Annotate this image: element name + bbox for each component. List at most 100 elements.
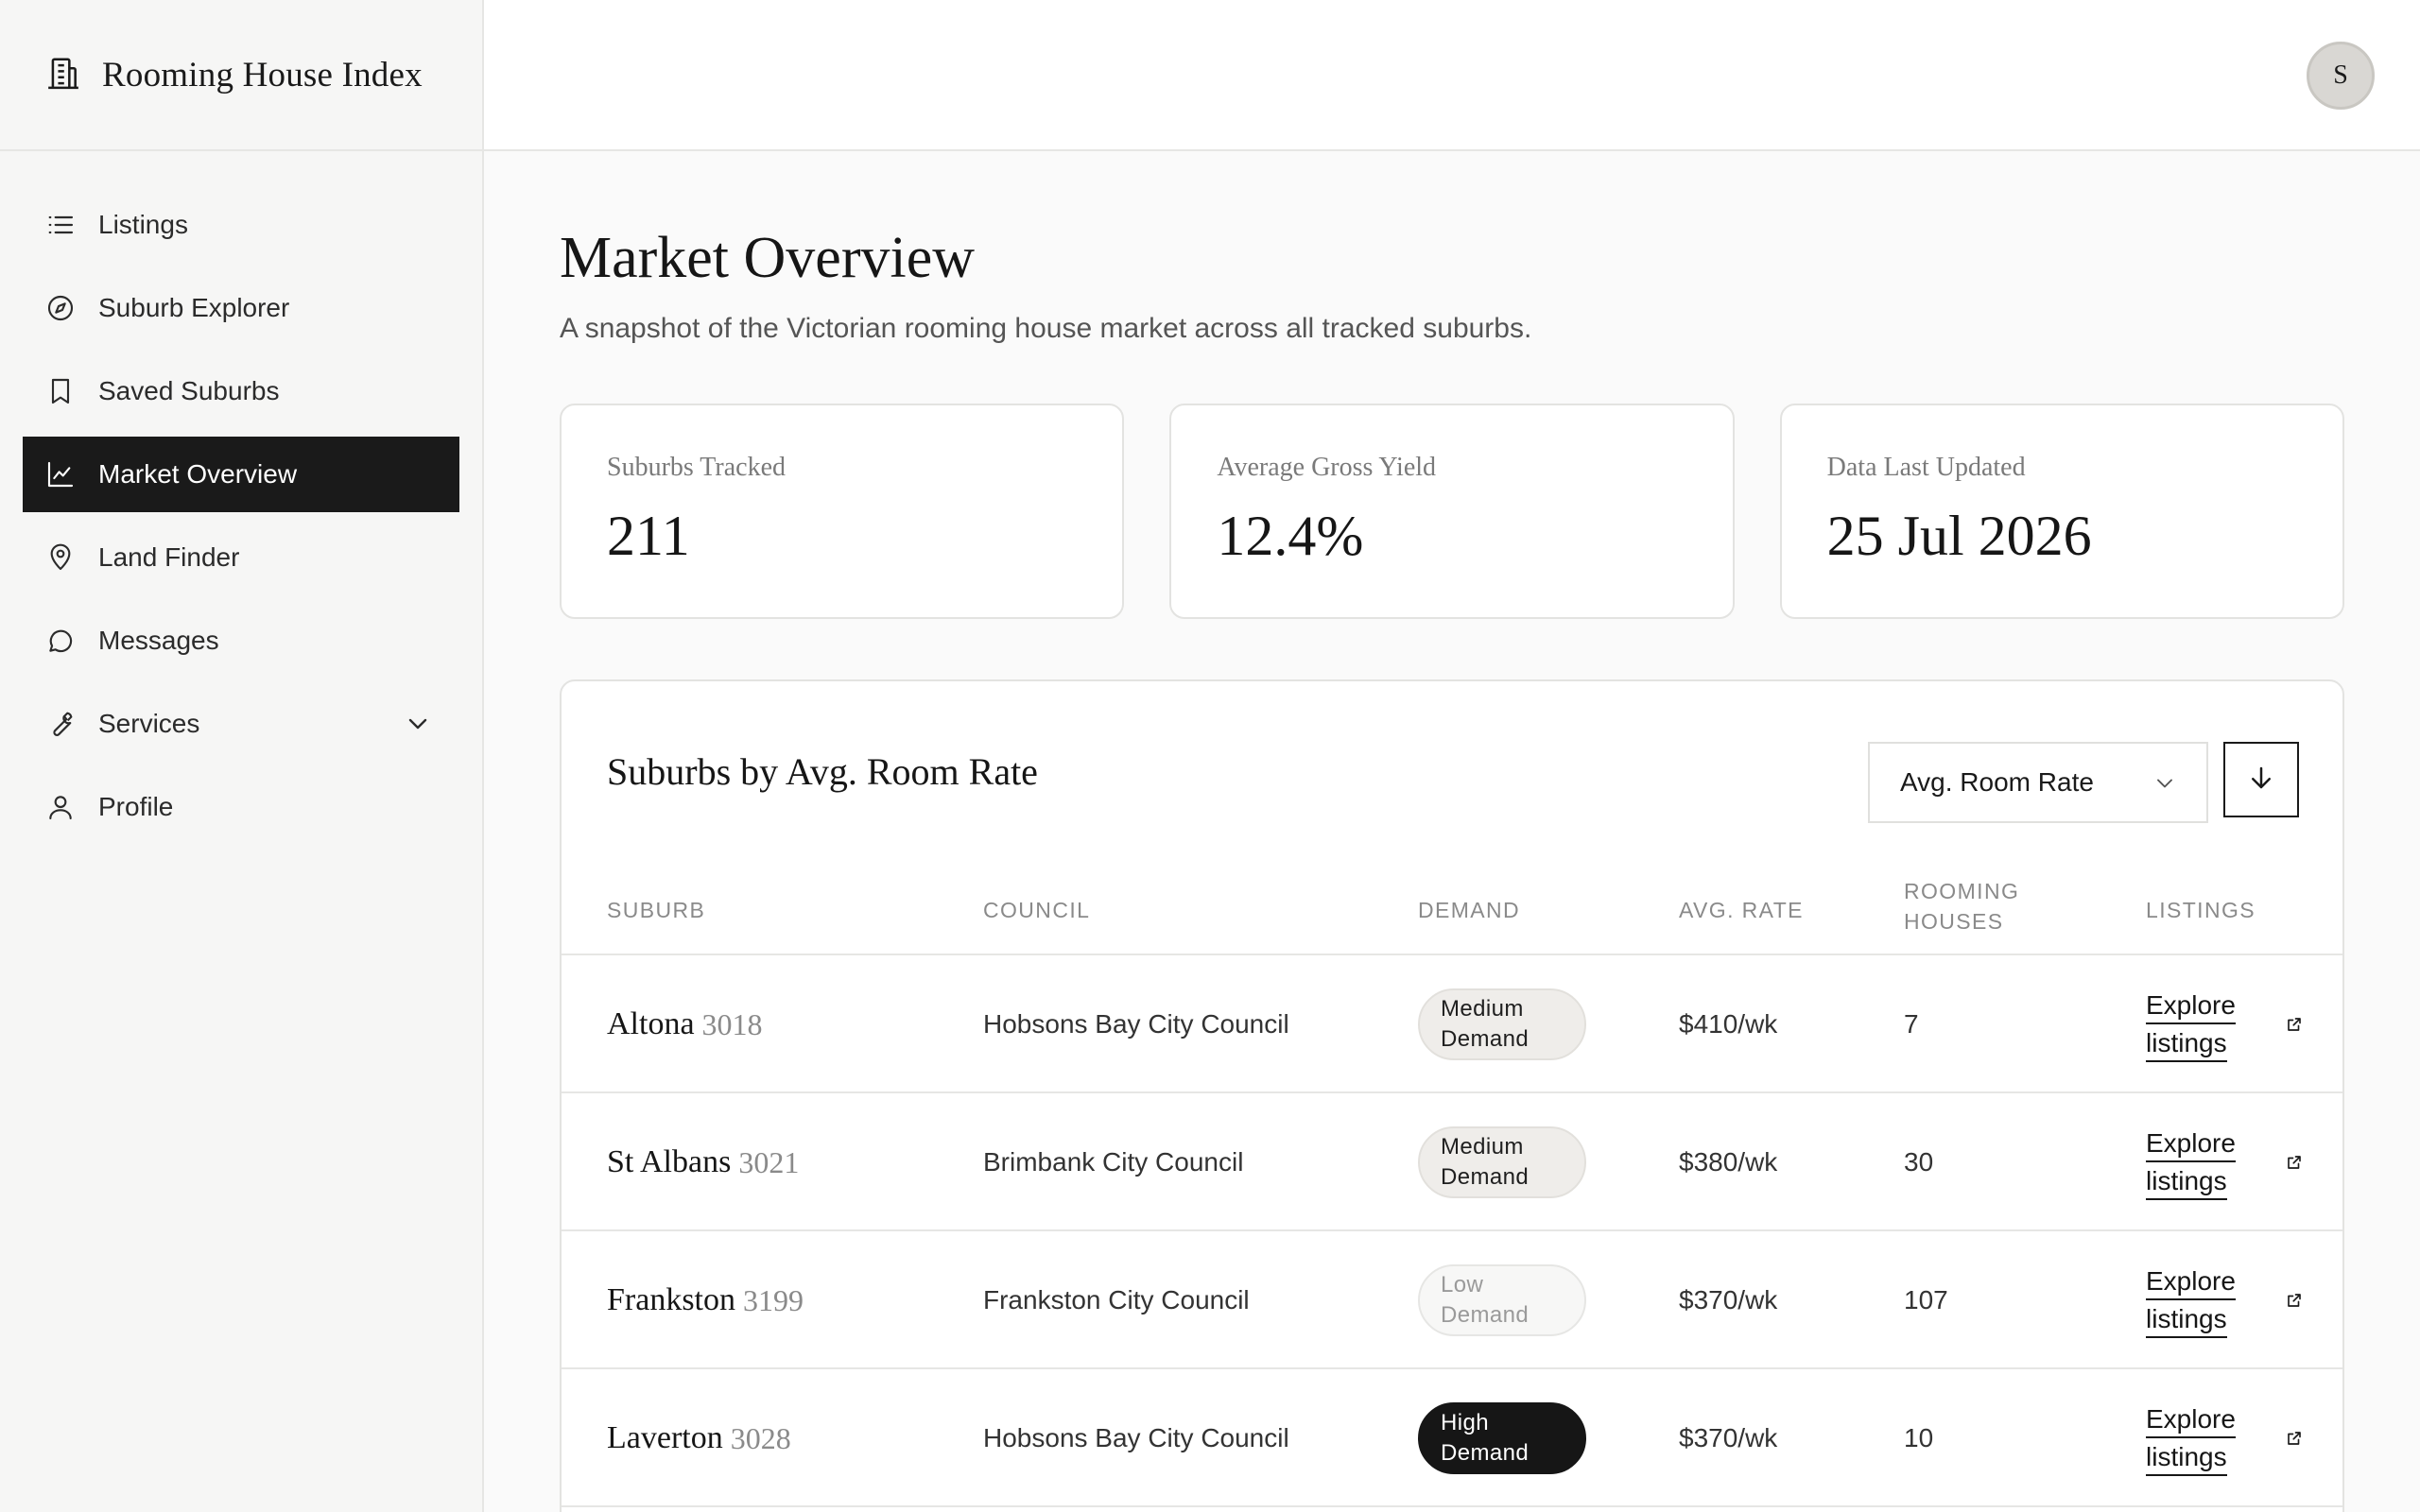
sort-by-select[interactable]: Avg. Room Rate — [1868, 742, 2208, 823]
column-header-demand[interactable]: DEMAND — [1418, 895, 1520, 925]
listings-cell: Explore listings — [2146, 1369, 2303, 1507]
sidebar-item-label: Listings — [98, 210, 188, 239]
column-header-line: HOUSES — [1904, 909, 2004, 934]
table-row[interactable]: Laverton 3028 Hobsons Bay City Council H… — [562, 1369, 2342, 1507]
suburb-name: Altona — [607, 1006, 695, 1041]
page-title: Market Overview — [560, 226, 975, 290]
sidebar-nav: Listings Suburb Explorer Saved Suburbs M… — [0, 151, 482, 845]
suburb-name: Frankston — [607, 1282, 735, 1317]
sidebar-item-profile[interactable]: Profile — [23, 769, 459, 845]
rate-cell: $370/wk — [1679, 1285, 1778, 1314]
suburb-postcode: 3028 — [730, 1420, 791, 1455]
map-pin-icon — [45, 542, 76, 573]
external-link-icon — [2286, 1423, 2303, 1453]
chevron-down-icon — [2152, 770, 2178, 797]
demand-cell: Low Demand — [1418, 1231, 1586, 1369]
table-row[interactable]: Altona 3018 Hobsons Bay City Council Med… — [562, 955, 2342, 1093]
explore-listings-link[interactable]: Explore listings — [2146, 1400, 2303, 1476]
listings-cell: Explore listings — [2146, 955, 2303, 1093]
message-icon — [45, 626, 76, 656]
column-header-suburb[interactable]: SUBURB — [607, 895, 705, 925]
sidebar-item-saved-suburbs[interactable]: Saved Suburbs — [23, 353, 459, 429]
chart-line-icon — [45, 459, 76, 490]
brand[interactable]: Rooming House Index — [0, 0, 482, 151]
stats-row: Suburbs Tracked 211 Average Gross Yield … — [560, 404, 2344, 619]
link-line: Explore — [2146, 1264, 2236, 1300]
table-row[interactable]: Frankston 3199 Frankston City Council Lo… — [562, 1231, 2342, 1369]
stat-card-data-last-updated: Data Last Updated 25 Jul 2026 — [1779, 404, 2344, 619]
sidebar-item-market-overview[interactable]: Market Overview — [23, 437, 459, 512]
link-line: listings — [2146, 1164, 2227, 1200]
app-title: Rooming House Index — [102, 55, 423, 94]
table-row[interactable]: St Albans 3021 Brimbank City Council Med… — [562, 1093, 2342, 1231]
page-subtitle: A snapshot of the Victorian rooming hous… — [560, 313, 1532, 344]
chevron-down-icon[interactable] — [403, 709, 433, 739]
demand-badge-line: Demand — [1441, 1440, 1530, 1466]
sidebar-item-label: Messages — [98, 626, 219, 655]
avatar[interactable]: S — [2307, 42, 2375, 110]
demand-badge-line: Medium — [1441, 996, 1524, 1022]
link-line: listings — [2146, 1302, 2227, 1338]
houses-cell: 107 — [1904, 1285, 1948, 1314]
stat-value: 211 — [607, 505, 690, 567]
sidebar-item-listings[interactable]: Listings — [23, 187, 459, 263]
suburb-cell: Frankston 3199 — [607, 1231, 804, 1369]
sidebar-item-label: Services — [98, 709, 200, 738]
stat-value: 25 Jul 2026 — [1826, 505, 2092, 567]
explore-listings-text: Explore listings — [2146, 987, 2240, 1062]
arrow-down-icon — [2247, 764, 2275, 797]
link-line: Explore — [2146, 1126, 2236, 1162]
sort-direction-button[interactable] — [2223, 742, 2299, 817]
demand-badge: Medium Demand — [1418, 1126, 1586, 1198]
column-header-council[interactable]: COUNCIL — [983, 895, 1090, 925]
sidebar: Rooming House Index Listings Suburb Expl… — [0, 0, 484, 1512]
suburb-postcode: 3199 — [743, 1282, 804, 1317]
link-line: Explore — [2146, 1402, 2236, 1438]
demand-cell: Medium Demand — [1418, 955, 1586, 1093]
main-content: Market Overview A snapshot of the Victor… — [560, 151, 2344, 1512]
sidebar-item-messages[interactable]: Messages — [23, 603, 459, 679]
suburb-cell: Laverton 3028 — [607, 1369, 791, 1507]
demand-badge-line: Demand — [1441, 1026, 1530, 1052]
explore-listings-link[interactable]: Explore listings — [2146, 1125, 2303, 1200]
houses-cell: 10 — [1904, 1423, 1934, 1452]
link-line: Explore — [2146, 988, 2236, 1024]
demand-cell: Medium Demand — [1418, 1093, 1586, 1231]
stat-label: Data Last Updated — [1826, 453, 2026, 482]
sidebar-item-label: Saved Suburbs — [98, 376, 280, 405]
stat-value: 12.4% — [1217, 505, 1364, 567]
stat-label: Suburbs Tracked — [607, 453, 786, 482]
explore-listings-link[interactable]: Explore listings — [2146, 1263, 2303, 1338]
demand-badge-line: Demand — [1441, 1164, 1530, 1190]
external-link-icon — [2286, 1009, 2303, 1040]
sidebar-item-suburb-explorer[interactable]: Suburb Explorer — [23, 270, 459, 346]
column-header-avg-rate[interactable]: AVG. RATE — [1679, 895, 1804, 925]
column-header-line: ROOMING — [1904, 879, 2020, 903]
link-line: listings — [2146, 1440, 2227, 1476]
explore-listings-link[interactable]: Explore listings — [2146, 987, 2303, 1062]
suburb-postcode: 3021 — [738, 1144, 800, 1179]
demand-badge: Medium Demand — [1418, 988, 1586, 1060]
suburbs-table-card: Suburbs by Avg. Room Rate Avg. Room Rate… — [560, 679, 2344, 1512]
suburb-name: St Albans — [607, 1144, 732, 1179]
bookmark-icon — [45, 376, 76, 406]
wrench-icon — [45, 709, 76, 739]
column-header-rooming-houses[interactable]: ROOMING HOUSES — [1904, 876, 2019, 936]
user-icon — [45, 792, 76, 822]
listings-cell: Explore listings — [2146, 1231, 2303, 1369]
rate-cell: $370/wk — [1679, 1423, 1778, 1452]
suburb-postcode: 3018 — [701, 1006, 763, 1041]
sidebar-item-land-finder[interactable]: Land Finder — [23, 520, 459, 595]
houses-cell: 7 — [1904, 1009, 1919, 1039]
suburb-cell: Altona 3018 — [607, 955, 763, 1093]
external-link-icon — [2286, 1147, 2303, 1177]
rate-cell: $380/wk — [1679, 1147, 1778, 1177]
top-bar: S — [484, 0, 2420, 151]
sidebar-item-label: Market Overview — [98, 459, 298, 489]
suburb-name: Laverton — [607, 1420, 723, 1455]
demand-badge-line: Low — [1441, 1272, 1484, 1297]
sidebar-item-services[interactable]: Services — [23, 686, 459, 762]
council-cell: Frankston City Council — [983, 1285, 1250, 1314]
demand-badge: Low Demand — [1418, 1264, 1586, 1336]
demand-badge: High Demand — [1418, 1402, 1586, 1474]
